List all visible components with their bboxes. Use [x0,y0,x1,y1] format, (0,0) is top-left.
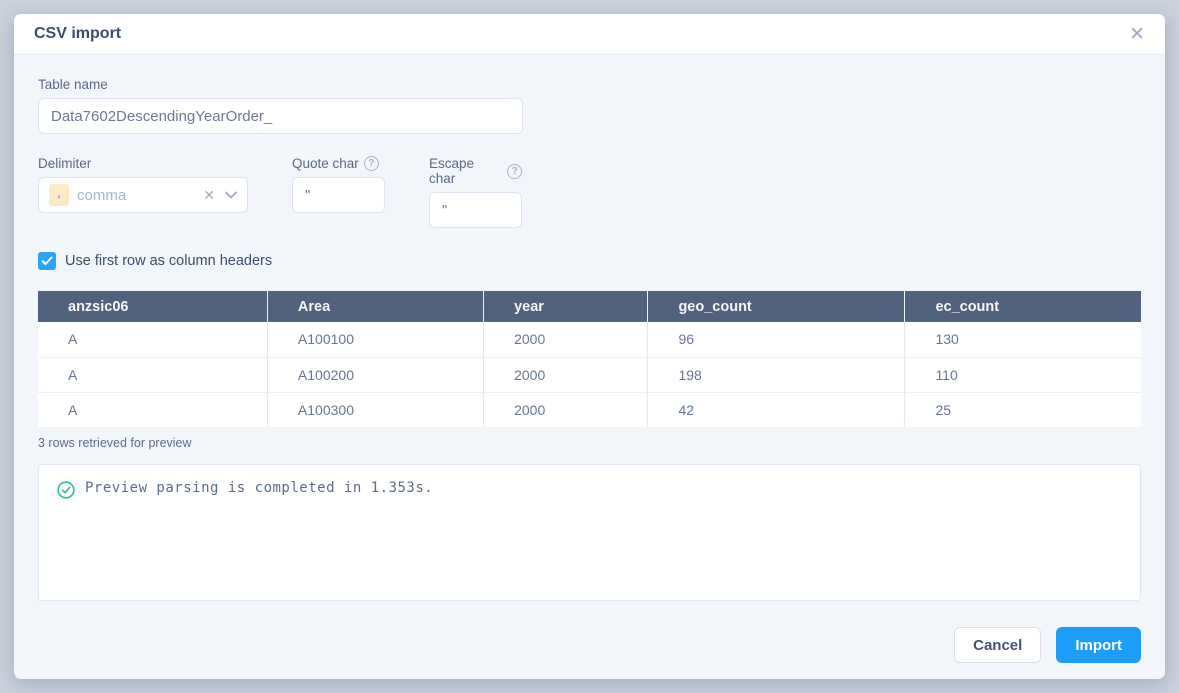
table-cell: 130 [905,322,1141,357]
column-header: ec_count [905,291,1141,322]
column-header: year [484,291,648,322]
quote-char-input[interactable] [292,177,385,213]
dialog-header: CSV import ✕ [14,14,1165,55]
success-check-icon [57,481,75,504]
comma-badge: , [49,184,69,206]
close-icon[interactable]: ✕ [1129,25,1145,44]
table-cell: 96 [648,322,905,357]
table-cell: A100200 [267,357,483,392]
preview-table: anzsic06Areayeargeo_countec_count AA1001… [38,291,1141,427]
escape-char-input[interactable] [429,192,522,228]
csv-import-dialog: CSV import ✕ Table name Delimiter , comm… [14,14,1165,679]
clear-icon[interactable]: ✕ [203,187,215,204]
quote-char-help-icon[interactable]: ? [364,156,379,171]
table-cell: A100300 [267,392,483,427]
escape-char-label: Escape char [429,156,502,186]
first-row-headers-label: Use first row as column headers [65,253,272,269]
table-cell: 2000 [484,322,648,357]
table-cell: 42 [648,392,905,427]
table-cell: 110 [905,357,1141,392]
log-panel: Preview parsing is completed in 1.353s. [38,464,1141,601]
dialog-footer: Cancel Import [38,627,1141,663]
table-name-input[interactable] [38,98,523,134]
table-cell: A [38,322,267,357]
table-cell: A [38,357,267,392]
column-header: geo_count [648,291,905,322]
chevron-down-icon[interactable] [225,191,237,199]
dialog-body: Table name Delimiter , comma ✕ Quote cha… [14,55,1165,679]
escape-char-help-icon[interactable]: ? [507,164,522,179]
cancel-button[interactable]: Cancel [954,627,1041,663]
table-row: AA100100200096130 [38,322,1141,357]
table-name-label: Table name [38,77,523,92]
table-cell: A [38,392,267,427]
dialog-title: CSV import [34,25,121,43]
table-cell: 2000 [484,357,648,392]
import-button[interactable]: Import [1056,627,1141,663]
table-row: AA10030020004225 [38,392,1141,427]
column-header: Area [267,291,483,322]
table-row: AA1002002000198110 [38,357,1141,392]
table-cell: 2000 [484,392,648,427]
preview-row-count: 3 rows retrieved for preview [38,436,1141,450]
quote-char-label: Quote char [292,156,359,171]
delimiter-select[interactable]: , comma ✕ [38,177,248,213]
first-row-headers-checkbox[interactable] [38,252,56,270]
log-message: Preview parsing is completed in 1.353s. [85,480,433,496]
delimiter-label: Delimiter [38,156,248,171]
delimiter-value: comma [77,187,203,204]
table-header-row: anzsic06Areayeargeo_countec_count [38,291,1141,322]
table-cell: 198 [648,357,905,392]
table-cell: 25 [905,392,1141,427]
column-header: anzsic06 [38,291,267,322]
table-cell: A100100 [267,322,483,357]
